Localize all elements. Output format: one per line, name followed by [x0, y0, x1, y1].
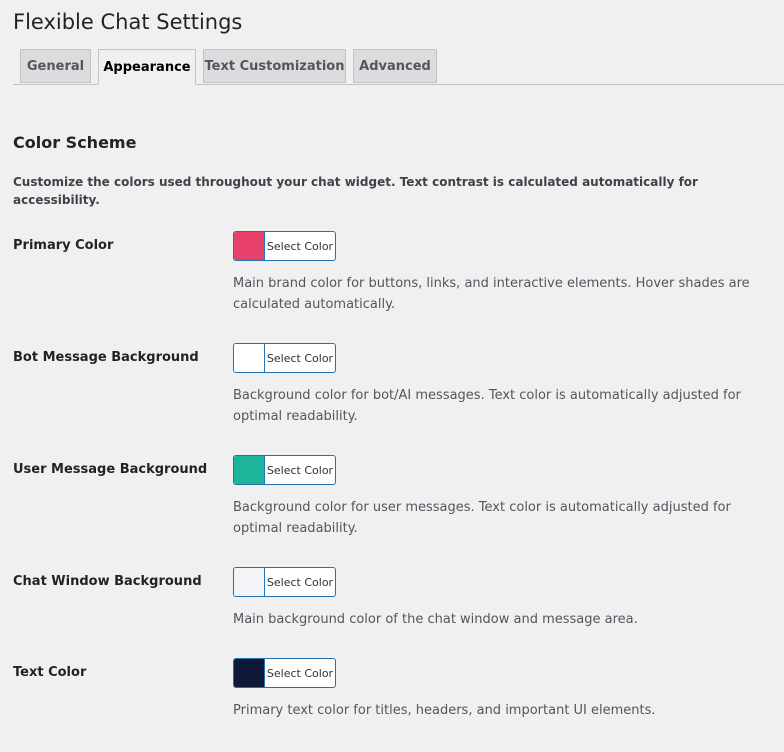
setting-label: Text Color: [13, 665, 87, 680]
color-swatch: [234, 344, 265, 372]
tab-general[interactable]: General: [20, 49, 91, 83]
select-color-label: Select Color: [266, 666, 334, 680]
select-color-label: Select Color: [266, 351, 334, 365]
select-color-label: Select Color: [266, 463, 334, 477]
color-picker-button[interactable]: Select Color: [233, 658, 336, 688]
select-color-label: Select Color: [266, 239, 334, 253]
setting-label: Chat Window Background: [13, 574, 202, 589]
color-swatch: [234, 659, 265, 687]
setting-label: Primary Color: [13, 238, 114, 253]
color-swatch: [234, 568, 265, 596]
color-picker-button[interactable]: Select Color: [233, 343, 336, 373]
setting-description: Main background color of the chat window…: [233, 612, 638, 627]
color-picker-button[interactable]: Select Color: [233, 567, 336, 597]
setting-label: User Message Background: [13, 462, 208, 477]
color-swatch: [234, 232, 265, 260]
color-picker-button[interactable]: Select Color: [233, 455, 336, 485]
setting-description: Main brand color for buttons, links, and…: [233, 276, 750, 312]
setting-description: Background color for bot/AI messages. Te…: [233, 388, 741, 424]
color-swatch: [234, 456, 265, 484]
section-description: Customize the colors used throughout you…: [13, 175, 698, 207]
setting-description: Background color for user messages. Text…: [233, 500, 731, 536]
section-title: Color Scheme: [13, 133, 137, 152]
select-color-label: Select Color: [266, 575, 334, 589]
tab-advanced[interactable]: Advanced: [353, 49, 437, 83]
settings-tabs: General Appearance Text Customization Ad…: [0, 49, 784, 85]
tab-appearance[interactable]: Appearance: [98, 49, 196, 85]
page-title: Flexible Chat Settings: [13, 10, 243, 34]
tab-text-customization[interactable]: Text Customization: [203, 49, 346, 83]
setting-label: Bot Message Background: [13, 350, 199, 365]
setting-description: Primary text color for titles, headers, …: [233, 703, 656, 718]
color-picker-button[interactable]: Select Color: [233, 231, 336, 261]
